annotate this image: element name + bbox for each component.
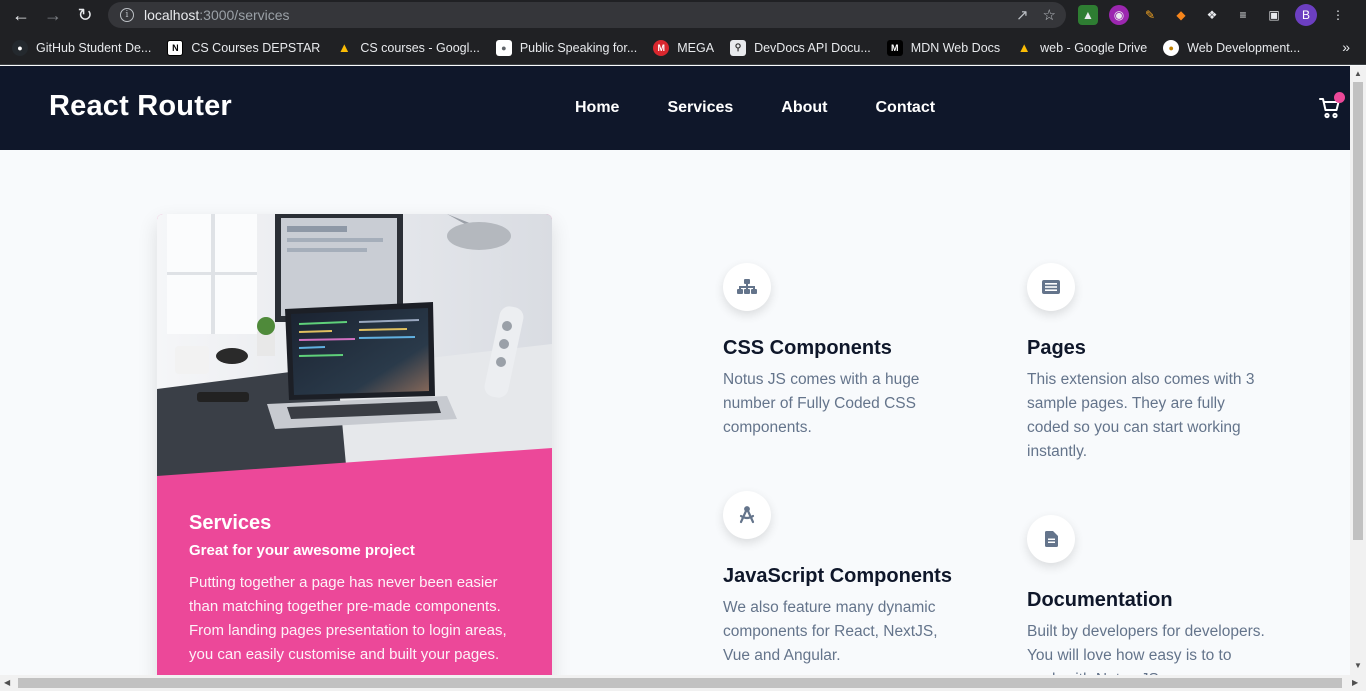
feature-pages: Pages This extension also comes with 3 s… xyxy=(1027,263,1267,464)
feature-description: Notus JS comes with a huge number of Ful… xyxy=(723,371,920,436)
feature-title: CSS Components xyxy=(723,337,892,359)
sitemap-icon xyxy=(723,263,771,311)
scroll-up-arrow-icon[interactable]: ▲ xyxy=(1354,69,1362,78)
share-icon[interactable]: ↗ xyxy=(1016,6,1029,24)
browser-toolbar: ← → ↻ i localhost:3000/services ↗ ☆ ▲ ◉ … xyxy=(0,0,1366,31)
drafting-compass-icon xyxy=(723,491,771,539)
extension-fox-icon[interactable]: ◆ xyxy=(1171,5,1191,25)
card-body: Services Great for your awesome project … xyxy=(189,512,529,667)
map-pin-icon: ● xyxy=(495,39,512,56)
side-panel-icon[interactable]: ▣ xyxy=(1264,5,1284,25)
file-icon xyxy=(1027,515,1075,563)
google-drive-icon: ▲ xyxy=(337,40,351,55)
horizontal-scrollbar[interactable]: ◀ ▶ xyxy=(0,675,1366,691)
bookmark-item[interactable]: ▲ CS courses - Googl... xyxy=(336,40,480,56)
bookmark-item[interactable]: ● Public Speaking for... xyxy=(495,39,637,56)
feature-css-components: CSS Components Notus JS comes with a hug… xyxy=(723,263,963,440)
bookmark-item[interactable]: ⚲ DevDocs API Docu... xyxy=(730,39,871,56)
site-info-icon[interactable]: i xyxy=(120,8,134,22)
feature-title: JavaScript Components xyxy=(723,565,952,587)
url-text: localhost:3000/services xyxy=(144,7,290,23)
extension-tree-icon[interactable]: ▲ xyxy=(1078,5,1098,25)
site-header: React Router Home Services About Contact xyxy=(0,66,1350,150)
feature-javascript-components: JavaScript Components We also feature ma… xyxy=(723,491,963,668)
feature-title: Documentation xyxy=(1027,589,1173,611)
notion-icon: N xyxy=(167,39,184,56)
main-nav: Home Services About Contact xyxy=(575,99,935,117)
bookmark-item[interactable]: ● Web Development... xyxy=(1163,39,1300,56)
vertical-scroll-thumb[interactable] xyxy=(1353,82,1363,540)
mega-icon: M xyxy=(653,39,670,56)
cart-badge xyxy=(1334,92,1345,103)
mdn-icon: M xyxy=(886,39,903,56)
reload-icon[interactable]: ↻ xyxy=(74,5,96,27)
menu-kebab-icon[interactable]: ⋮ xyxy=(1328,5,1348,25)
devdocs-icon: ⚲ xyxy=(730,39,747,56)
card-description: Putting together a page has never been e… xyxy=(189,574,507,663)
scroll-left-arrow-icon[interactable]: ◀ xyxy=(4,678,10,687)
bookmark-item[interactable]: M MDN Web Docs xyxy=(886,39,1000,56)
extensions-puzzle-icon[interactable]: ❖ xyxy=(1202,5,1222,25)
nav-link-about[interactable]: About xyxy=(781,99,827,117)
nav-link-services[interactable]: Services xyxy=(667,99,733,117)
bookmarks-bar: ● GitHub Student De... N CS Courses DEPSTA… xyxy=(0,31,1366,65)
profile-avatar[interactable]: B xyxy=(1295,4,1317,26)
card-title: Services xyxy=(189,512,272,534)
bookmark-item[interactable]: M MEGA xyxy=(653,39,714,56)
brand-logo[interactable]: React Router xyxy=(49,90,232,123)
github-icon: ● xyxy=(12,39,28,56)
nav-link-home[interactable]: Home xyxy=(575,99,619,117)
scroll-right-arrow-icon[interactable]: ▶ xyxy=(1352,678,1358,687)
newspaper-icon xyxy=(1027,263,1075,311)
feature-title: Pages xyxy=(1027,337,1086,359)
scroll-down-arrow-icon[interactable]: ▼ xyxy=(1354,661,1362,670)
bookmark-item[interactable]: ▲ web - Google Drive xyxy=(1016,40,1147,56)
bookmark-star-icon[interactable]: ☆ xyxy=(1043,6,1056,24)
bookmark-item[interactable]: N CS Courses DEPSTAR xyxy=(167,39,320,56)
vertical-scrollbar[interactable]: ▲ ▼ xyxy=(1350,66,1366,675)
forward-icon[interactable]: → xyxy=(42,5,64,27)
card-subtitle: Great for your awesome project xyxy=(189,542,415,559)
reading-list-icon[interactable]: ≡ xyxy=(1233,5,1253,25)
feature-description: This extension also comes with 3 sample … xyxy=(1027,371,1255,460)
feature-description: We also feature many dynamic components … xyxy=(723,599,938,664)
feature-documentation: Documentation Built by developers for de… xyxy=(1027,515,1267,675)
laptop-workspace-image xyxy=(157,214,552,476)
extension-headphones-icon[interactable]: ◉ xyxy=(1109,5,1129,25)
horizontal-scroll-thumb[interactable] xyxy=(18,678,1342,688)
services-card: Services Great for your awesome project … xyxy=(157,214,552,675)
feature-description: Built by developers for developers. You … xyxy=(1027,623,1265,675)
bookmark-item[interactable]: ● GitHub Student De... xyxy=(12,39,151,56)
more-bookmarks-icon[interactable]: » xyxy=(1342,39,1350,55)
address-bar[interactable]: i localhost:3000/services ↗ ☆ xyxy=(108,2,1066,28)
page-viewport: React Router Home Services About Contact xyxy=(0,66,1350,675)
extension-pen-icon[interactable]: ✎ xyxy=(1140,5,1160,25)
nav-link-contact[interactable]: Contact xyxy=(876,99,936,117)
dev-icon: ● xyxy=(1163,39,1180,56)
back-icon[interactable]: ← xyxy=(10,5,32,27)
google-drive-icon: ▲ xyxy=(1017,40,1031,55)
